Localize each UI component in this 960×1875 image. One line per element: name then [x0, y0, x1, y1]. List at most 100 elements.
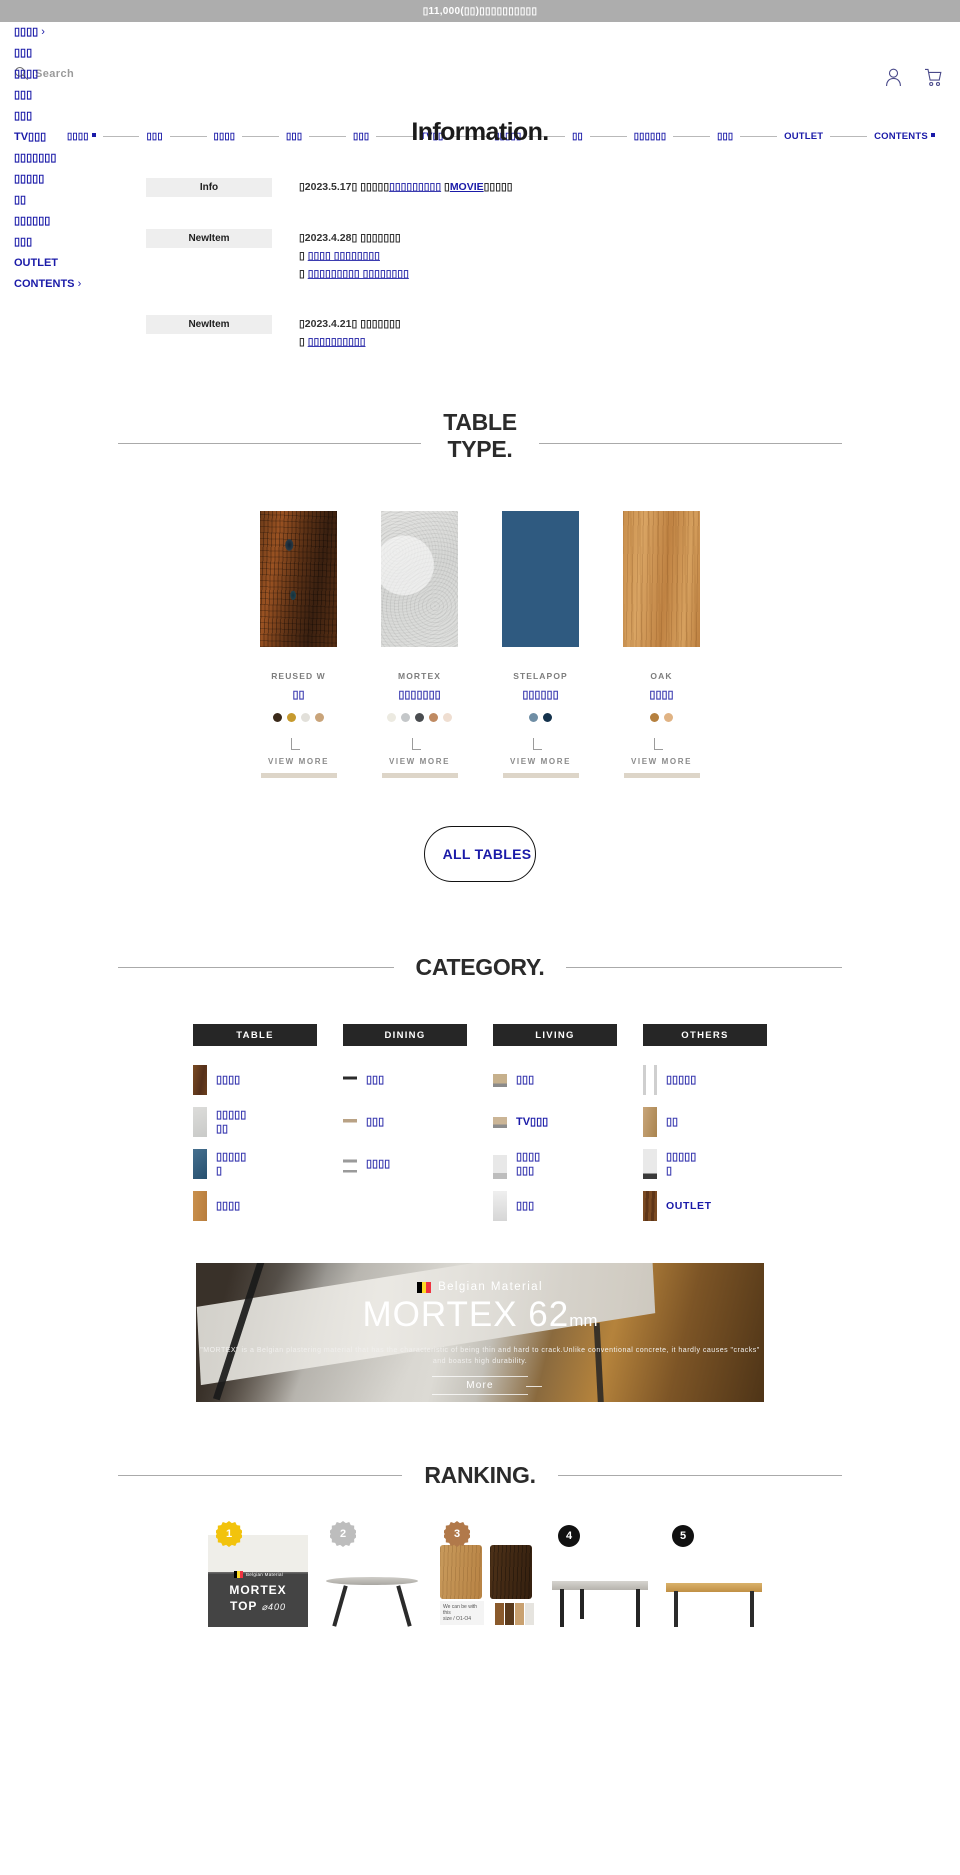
category-item[interactable]: ▯▯▯▯	[343, 1149, 467, 1179]
color-dot[interactable]	[529, 713, 538, 722]
drawer-item-1[interactable]: ▯▯▯	[14, 47, 194, 60]
nav-separator	[740, 136, 778, 137]
news-text: ▯▯▯▯▯▯▯	[360, 318, 401, 330]
category-item[interactable]: ▯▯▯	[493, 1065, 617, 1095]
drawer-item-6[interactable]: ▯▯▯▯▯▯▯	[14, 152, 194, 165]
announcement-bar: ▯11,000(▯▯)▯▯▯▯▯▯▯▯▯▯	[0, 0, 960, 22]
table-type-card[interactable]: STELAPOP ▯▯▯▯▯▯ VIEW MORE	[485, 511, 596, 778]
view-more-link[interactable]: VIEW MORE	[243, 757, 354, 766]
drawer-item-4[interactable]: ▯▯▯	[14, 110, 194, 123]
corner-bracket-icon	[364, 738, 475, 751]
drawer-item-9[interactable]: ▯▯▯▯▯▯	[14, 215, 194, 228]
nav-item-4[interactable]: ▯▯▯	[346, 131, 376, 142]
banner-eyebrow-text: Belgian Material	[438, 1281, 543, 1293]
drawer-item-10[interactable]: ▯▯▯	[14, 236, 194, 249]
category-item[interactable]: OUTLET	[643, 1191, 767, 1221]
category-button-dining[interactable]: DINING	[343, 1024, 467, 1046]
view-more-link[interactable]: VIEW MORE	[485, 757, 596, 766]
nav-item-9[interactable]: ▯▯▯	[710, 131, 740, 142]
drawer-item-7[interactable]: ▯▯▯▯▯	[14, 173, 194, 186]
account-icon[interactable]	[885, 68, 902, 87]
color-dot[interactable]	[664, 713, 673, 722]
category-item[interactable]: ▯▯▯▯▯ ▯	[193, 1149, 317, 1179]
table-type-card[interactable]: MORTEX ▯▯▯▯▯▯▯ VIEW MORE	[364, 511, 475, 778]
drawer-item-8[interactable]: ▯▯	[14, 194, 194, 207]
drawer-item-2[interactable]: ▯▯▯▯	[14, 68, 194, 81]
ranking-card[interactable]: 2	[322, 1521, 422, 1627]
category-item[interactable]: ▯▯▯	[493, 1191, 617, 1221]
category-button-others[interactable]: OTHERS	[643, 1024, 767, 1046]
category-thumbnail	[343, 1149, 357, 1179]
all-tables-button[interactable]: ALL TABLES	[424, 826, 536, 882]
nav-item-10[interactable]: OUTLET	[777, 131, 830, 142]
news-link[interactable]: ▯▯▯▯ ▯▯▯▯▯▯▯▯	[308, 250, 380, 262]
view-more-underline	[381, 773, 458, 778]
news-movie-link[interactable]: MOVIE	[450, 181, 484, 193]
table-type-card[interactable]: OAK ▯▯▯▯ VIEW MORE	[606, 511, 717, 778]
category-item[interactable]: ▯▯▯▯▯ ▯	[643, 1149, 767, 1179]
color-dot[interactable]	[401, 713, 410, 722]
category-item[interactable]: ▯▯▯▯	[193, 1191, 317, 1221]
color-dot[interactable]	[429, 713, 438, 722]
category-item[interactable]: TV▯▯▯	[493, 1107, 617, 1137]
ranking-card[interactable]: 1 Belgian Material MORTEX TOP ⌀400	[208, 1521, 308, 1627]
ranking-eyebrow: Belgian Material	[246, 1572, 284, 1577]
all-tables-label[interactable]: ALL TABLES	[421, 846, 553, 862]
ranking-card[interactable]: 4	[550, 1525, 650, 1627]
color-dot[interactable]	[287, 713, 296, 722]
nav-item-7[interactable]: ▯▯	[565, 131, 590, 142]
category-item-label: ▯▯▯▯▯ ▯▯	[216, 1109, 247, 1135]
category-thumbnail	[643, 1065, 657, 1095]
banner-more-button[interactable]: More	[432, 1376, 542, 1395]
category-item[interactable]: ▯▯▯▯ ▯▯▯	[493, 1149, 617, 1179]
category-item[interactable]: ▯▯▯	[343, 1107, 467, 1137]
table-leg-decor	[580, 1589, 584, 1619]
ranking-card[interactable]: 3 We can be with this size / O1-O4	[436, 1521, 536, 1627]
news-date: ▯2023.4.28▯	[299, 232, 358, 244]
news-bullet: ▯	[299, 250, 305, 262]
category-item[interactable]: ▯▯▯	[343, 1065, 467, 1095]
drawer-menu: ▯▯▯▯ › ▯▯▯ ▯▯▯▯ ▯▯▯ ▯▯▯ TV▯▯▯ ▯▯▯▯▯▯▯ ▯▯▯▯▯ ▯▯ ▯▯…	[14, 26, 194, 291]
category-item[interactable]: ▯▯▯▯	[193, 1065, 317, 1095]
color-dot[interactable]	[301, 713, 310, 722]
color-dot[interactable]	[315, 713, 324, 722]
news-link[interactable]: ▯▯▯▯▯▯▯▯▯ ▯▯▯▯▯▯▯▯	[308, 268, 409, 280]
color-dot[interactable]	[387, 713, 396, 722]
category-button-table[interactable]: TABLE	[193, 1024, 317, 1046]
nav-item-11[interactable]: CONTENTS	[867, 131, 942, 142]
drawer-item-3[interactable]: ▯▯▯	[14, 89, 194, 102]
category-item[interactable]: ▯▯▯▯▯	[643, 1065, 767, 1095]
rank-badge: 5	[672, 1525, 694, 1547]
ranking-card[interactable]: 5	[664, 1525, 764, 1627]
ranking-product-size: ⌀400	[261, 1602, 286, 1612]
drawer-item-5[interactable]: TV▯▯▯	[14, 131, 194, 144]
color-dot[interactable]	[443, 713, 452, 722]
nav-item-label: OUTLET	[784, 131, 824, 142]
news-date: ▯2023.4.21▯	[299, 318, 358, 330]
drawer-item-11[interactable]: OUTLET	[14, 257, 194, 270]
nav-item-3[interactable]: ▯▯▯	[279, 131, 309, 142]
view-more-link[interactable]: VIEW MORE	[606, 757, 717, 766]
color-dot[interactable]	[543, 713, 552, 722]
category-item[interactable]: ▯▯▯▯▯ ▯▯	[193, 1107, 317, 1137]
mortex-banner[interactable]: Belgian Material MORTEX 62mm "MORTEX" is…	[196, 1263, 764, 1402]
category-heading: CATEGORY.	[0, 954, 960, 981]
view-more-link[interactable]: VIEW MORE	[364, 757, 475, 766]
nav-item-2[interactable]: ▯▯▯▯	[207, 131, 243, 142]
drawer-item-0[interactable]: ▯▯▯▯ ›	[14, 26, 194, 39]
category-button-living[interactable]: LIVING	[493, 1024, 617, 1046]
table-type-card[interactable]: REUSED W ▯▯ VIEW MORE	[243, 511, 354, 778]
news-link[interactable]: ▯▯▯▯▯▯▯▯▯▯	[308, 336, 366, 348]
ranking-tag-box: We can be with this size / O1-O4	[440, 1601, 484, 1625]
cart-icon[interactable]	[924, 68, 942, 87]
color-dot[interactable]	[273, 713, 282, 722]
category-item[interactable]: ▯▯	[643, 1107, 767, 1137]
news-link[interactable]: ▯▯▯▯▯▯▯▯▯	[389, 181, 441, 193]
nav-item-8[interactable]: ▯▯▯▯▯▯	[627, 131, 674, 142]
color-dot[interactable]	[415, 713, 424, 722]
drawer-item-12[interactable]: CONTENTS ›	[14, 278, 194, 291]
ranking-product-image	[550, 1535, 650, 1627]
nav-separator	[589, 136, 627, 137]
nav-item-label: ▯▯▯	[353, 131, 370, 142]
color-dot[interactable]	[650, 713, 659, 722]
